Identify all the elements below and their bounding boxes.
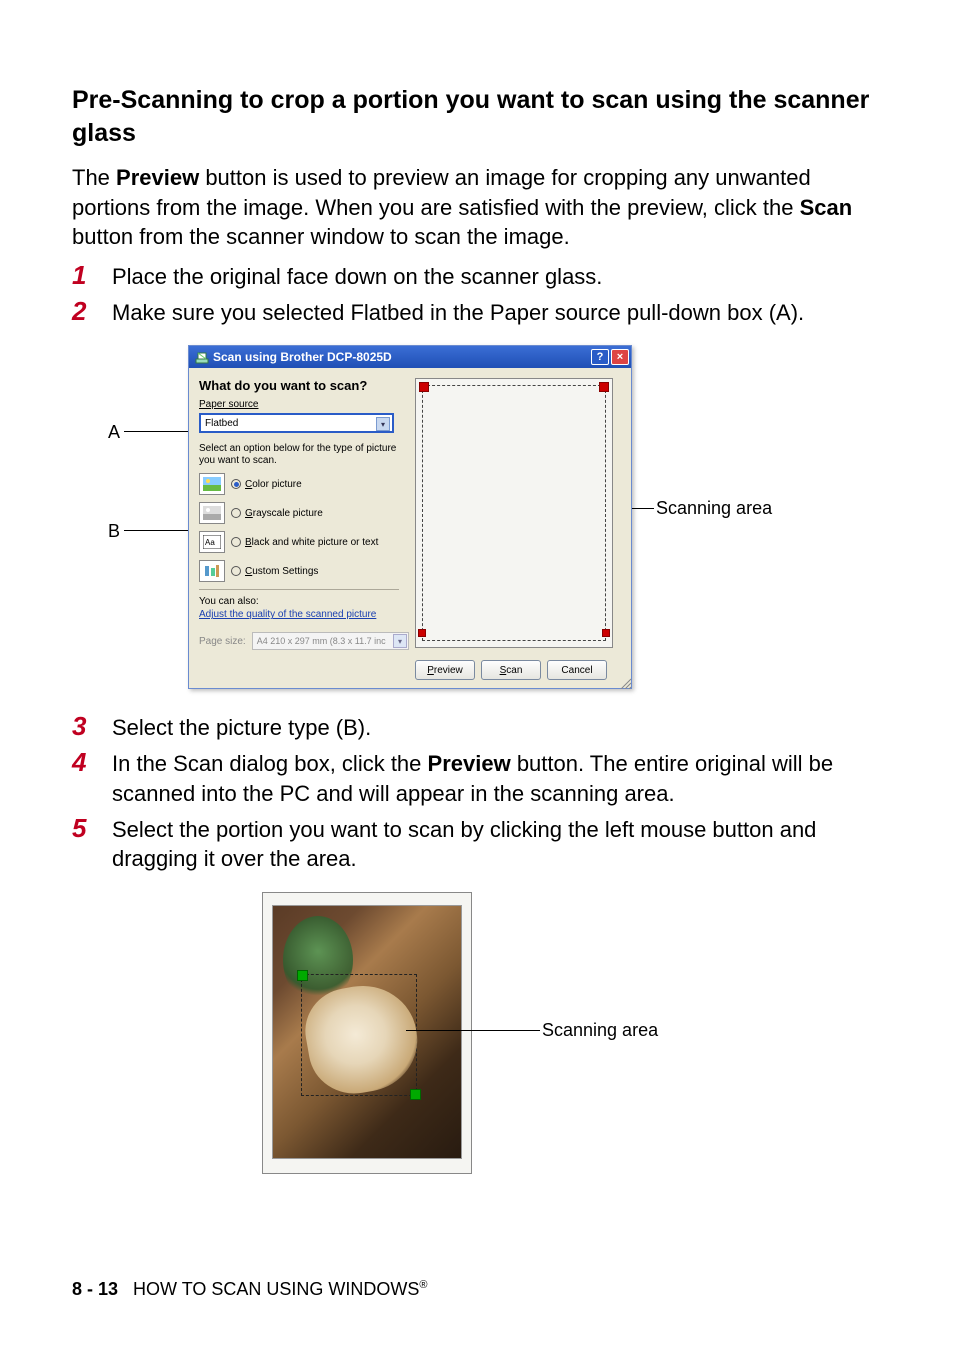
paper-source-label: Paper source: [199, 399, 409, 410]
page-size-dropdown: A4 210 x 297 mm (8.3 x 11.7 inc ▾: [252, 632, 409, 650]
scan-dialog-window: Scan using Brother DCP-8025D ? × What do…: [188, 345, 632, 689]
dialog-figure: A B Scanning area Scan using Brother DCP…: [108, 345, 882, 691]
preview-area[interactable]: [415, 378, 613, 648]
adjust-quality-link[interactable]: Adjust the quality of the scanned pictur…: [199, 609, 409, 620]
svg-text:Aa: Aa: [205, 538, 215, 547]
chevron-down-icon: ▾: [376, 417, 390, 431]
page-footer: 8 - 13 HOW TO SCAN USING WINDOWS®: [72, 1279, 428, 1300]
help-button[interactable]: ?: [591, 349, 609, 365]
option-custom-label: Custom Settings: [245, 566, 318, 577]
resize-grip-icon[interactable]: [619, 676, 631, 688]
thumb-bw-icon: Aa: [199, 531, 225, 553]
callout-scanning-area: Scanning area: [656, 498, 772, 519]
select-option-text: Select an option below for the type of p…: [199, 443, 399, 467]
option-gray-label: Grayscale picture: [245, 508, 323, 519]
step-1-text: Place the original face down on the scan…: [112, 262, 882, 292]
thumb-custom-icon: [199, 560, 225, 582]
option-grayscale-picture[interactable]: Grayscale picture: [199, 502, 409, 524]
step-5-text: Select the portion you want to scan by c…: [112, 815, 882, 874]
selection-handle-tl[interactable]: [297, 970, 308, 981]
scanner-icon: [195, 350, 209, 364]
crop-selection[interactable]: [301, 974, 417, 1096]
option-custom-settings[interactable]: Custom Settings: [199, 560, 409, 582]
selection-figure: Scanning area: [262, 892, 882, 1184]
photo-content: [272, 905, 462, 1159]
radio-color[interactable]: [231, 479, 241, 489]
thumb-gray-icon: [199, 502, 225, 524]
callout-line-b: [124, 530, 198, 531]
step-3-text: Select the picture type (B).: [112, 713, 882, 743]
step-number-3: 3: [72, 713, 112, 739]
callout-line-scanning-area-2: [406, 1030, 540, 1031]
callout-label-a: A: [108, 422, 120, 443]
registered-symbol: ®: [419, 1279, 427, 1291]
intro-paragraph: The Preview button is used to preview an…: [72, 163, 882, 252]
preview-button[interactable]: Preview: [415, 660, 475, 680]
thumb-color-icon: [199, 473, 225, 495]
separator: [199, 589, 399, 590]
step-number-5: 5: [72, 815, 112, 841]
titlebar[interactable]: Scan using Brother DCP-8025D ? ×: [189, 346, 631, 368]
step-number-1: 1: [72, 262, 112, 288]
close-button[interactable]: ×: [611, 349, 629, 365]
radio-custom[interactable]: [231, 566, 241, 576]
step-4-text: In the Scan dialog box, click the Previe…: [112, 749, 882, 808]
callout-label-b: B: [108, 521, 120, 542]
dialog-question: What do you want to scan?: [199, 378, 409, 393]
radio-gray[interactable]: [231, 508, 241, 518]
preview-selection: [422, 385, 606, 641]
intro-text-3: button from the scanner window to scan t…: [72, 224, 570, 249]
step-number-4: 4: [72, 749, 112, 775]
window-title: Scan using Brother DCP-8025D: [213, 350, 589, 364]
footer-text: HOW TO SCAN USING WINDOWS: [133, 1279, 419, 1299]
callout-line-a: [124, 431, 198, 432]
chevron-down-icon: ▾: [393, 634, 407, 648]
step-2-text: Make sure you selected Flatbed in the Pa…: [112, 298, 882, 328]
you-can-also-text: You can also:: [199, 596, 409, 607]
paper-source-value: Flatbed: [205, 418, 238, 429]
scanned-image-preview: [262, 892, 472, 1174]
option-bw-label: Black and white picture or text: [245, 537, 378, 548]
intro-scan-bold: Scan: [800, 195, 853, 220]
scan-button[interactable]: Scan: [481, 660, 541, 680]
selection-handle-br[interactable]: [410, 1089, 421, 1100]
callout-scanning-area-2: Scanning area: [542, 1020, 658, 1041]
selection-handle: [418, 629, 426, 637]
page-size-value: A4 210 x 297 mm (8.3 x 11.7 inc: [257, 636, 386, 646]
step-number-2: 2: [72, 298, 112, 324]
option-bw-picture[interactable]: Aa Black and white picture or text: [199, 531, 409, 553]
selection-handle: [602, 629, 610, 637]
option-color-picture[interactable]: Color picture: [199, 473, 409, 495]
cancel-button[interactable]: Cancel: [547, 660, 607, 680]
page-number: 8 - 13: [72, 1279, 118, 1299]
page-size-label: Page size:: [199, 636, 246, 647]
paper-source-dropdown[interactable]: Flatbed ▾: [199, 413, 394, 433]
section-heading: Pre-Scanning to crop a portion you want …: [72, 84, 882, 149]
intro-preview-bold: Preview: [116, 165, 199, 190]
radio-bw[interactable]: [231, 537, 241, 547]
intro-text-1: The: [72, 165, 116, 190]
option-color-label: Color picture: [245, 479, 302, 490]
